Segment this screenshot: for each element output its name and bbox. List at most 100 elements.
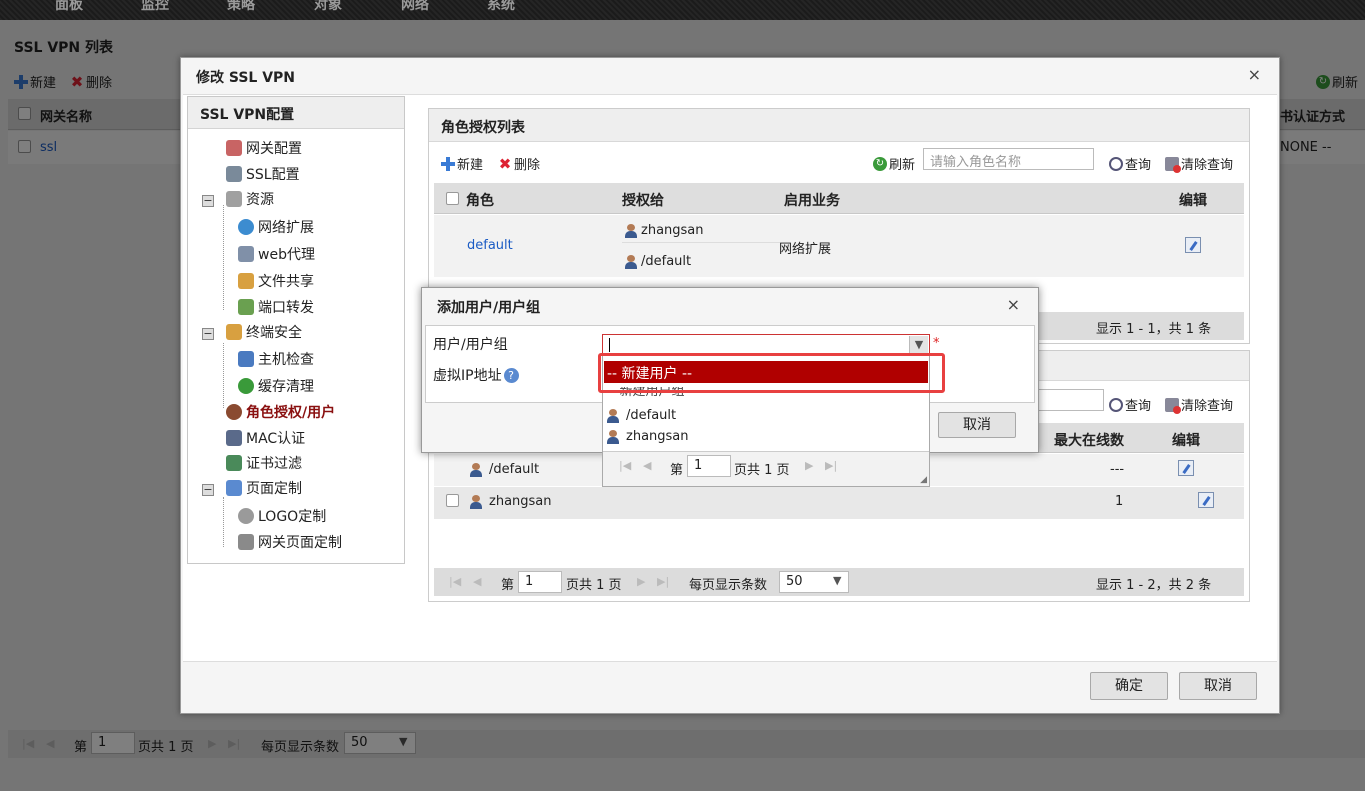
- user-group-icon: [624, 254, 638, 269]
- col-edit: 编辑: [1172, 433, 1200, 449]
- page-total: 页共 1 页: [566, 578, 622, 593]
- user-query-button[interactable]: 查询: [1109, 395, 1151, 414]
- tree-item-webproxy[interactable]: web代理: [238, 244, 315, 264]
- col-role: 角色: [466, 193, 494, 209]
- service-value: 网络扩展: [779, 242, 832, 257]
- user-icon: [606, 429, 620, 444]
- nav-dashboard[interactable]: 面板: [55, 0, 83, 14]
- page-icon: [226, 480, 242, 496]
- web-proxy-icon: [238, 246, 254, 262]
- edit-icon[interactable]: [1178, 460, 1194, 476]
- folder-icon: [238, 273, 254, 289]
- option-zhangsan[interactable]: zhangsan: [606, 429, 689, 444]
- tree-item-certfilter[interactable]: 证书过滤: [226, 453, 302, 473]
- user-row-zhangsan: zhangsan: [469, 494, 552, 509]
- subdialog-cancel-button[interactable]: 取消: [938, 412, 1016, 438]
- page-total: 页共 1 页: [734, 463, 790, 478]
- row-checkbox[interactable]: [446, 494, 459, 507]
- page-input[interactable]: 1: [518, 571, 562, 593]
- cache-clean-icon: [238, 378, 254, 394]
- tree-item-fileshare[interactable]: 文件共享: [238, 271, 314, 291]
- prev-page-icon[interactable]: ◀: [643, 459, 651, 472]
- nav-system[interactable]: 系统: [487, 0, 515, 14]
- text-cursor: [609, 338, 610, 352]
- role-clear-button[interactable]: 清除查询: [1165, 154, 1233, 173]
- user-icon: [469, 494, 483, 509]
- nav-policy[interactable]: 策略: [227, 0, 255, 14]
- collapse-resources-icon[interactable]: −: [202, 195, 214, 207]
- tree-item-gwpage[interactable]: 网关页面定制: [238, 532, 342, 552]
- certificate-icon: [226, 455, 242, 471]
- max-online-value: ---: [1110, 462, 1125, 477]
- nav-network[interactable]: 网络: [401, 0, 429, 14]
- plus-icon: [441, 156, 455, 171]
- tree-item-portfwd[interactable]: 端口转发: [238, 297, 314, 317]
- role-select-all[interactable]: [446, 192, 459, 205]
- tree-item-hostcheck[interactable]: 主机检查: [238, 349, 314, 369]
- tree-item-netext[interactable]: 网络扩展: [238, 217, 314, 237]
- role-panel-title: 角色授权列表: [429, 109, 1249, 142]
- next-page-icon[interactable]: ▶: [637, 575, 645, 588]
- role-search-input[interactable]: 请输入角色名称: [923, 148, 1094, 170]
- mac-auth-icon: [226, 430, 242, 446]
- next-page-icon[interactable]: ▶: [805, 459, 813, 472]
- last-page-icon[interactable]: ▶|: [825, 459, 837, 472]
- gateway-page-icon: [238, 534, 254, 550]
- database-icon: [226, 191, 242, 207]
- page-prefix: 第: [501, 578, 515, 593]
- col-grant: 授权给: [622, 193, 664, 209]
- required-mark: *: [933, 336, 940, 351]
- ok-button[interactable]: 确定: [1090, 672, 1168, 700]
- col-edit: 编辑: [1179, 193, 1207, 209]
- tree-item-resources[interactable]: 资源: [226, 189, 274, 209]
- user-summary: 显示 1 - 2，共 2 条: [1096, 578, 1212, 593]
- prev-page-icon[interactable]: ◀: [473, 575, 481, 588]
- resize-handle-icon[interactable]: ◢: [920, 475, 927, 485]
- role-table-header: 角色 授权给 启用业务 编辑: [434, 183, 1244, 214]
- close-icon[interactable]: ×: [1007, 295, 1020, 314]
- table-row[interactable]: [434, 215, 1244, 277]
- option-default-group[interactable]: /default: [606, 408, 676, 423]
- role-new-button[interactable]: 新建: [441, 154, 483, 173]
- dialog-title: 修改 SSL VPN: [196, 70, 296, 86]
- collapse-page-icon[interactable]: −: [202, 484, 214, 496]
- max-online-value: 1: [1115, 494, 1124, 509]
- gateway-config-icon: [226, 140, 242, 156]
- close-icon[interactable]: ×: [1248, 65, 1261, 84]
- page-input[interactable]: 1: [687, 455, 731, 477]
- tree-item-mac[interactable]: MAC认证: [226, 428, 305, 448]
- subdialog-title: 添加用户/用户组: [437, 300, 541, 316]
- grant-zhangsan: zhangsan: [624, 223, 704, 238]
- tree-item-cacheclean[interactable]: 缓存清理: [238, 376, 314, 396]
- role-delete-button[interactable]: ✖ 删除: [498, 154, 540, 173]
- help-icon[interactable]: ?: [503, 367, 519, 383]
- tree-item-gateway[interactable]: 网关配置: [226, 138, 302, 158]
- user-icon: [624, 223, 638, 238]
- tree-item-roleauth[interactable]: 角色授权/用户: [226, 402, 335, 422]
- logo-icon: [238, 508, 254, 524]
- edit-icon[interactable]: [1185, 237, 1201, 253]
- tree-item-logo[interactable]: LOGO定制: [238, 506, 326, 526]
- role-default-link[interactable]: default: [467, 238, 513, 253]
- chevron-down-icon[interactable]: ▼: [909, 336, 928, 354]
- tree-item-endpoint[interactable]: 终端安全: [226, 322, 302, 342]
- col-service: 启用业务: [784, 193, 840, 209]
- role-query-button[interactable]: 查询: [1109, 154, 1151, 173]
- last-page-icon[interactable]: ▶|: [657, 575, 669, 588]
- first-page-icon[interactable]: |◀: [619, 459, 631, 472]
- edit-icon[interactable]: [1198, 492, 1215, 508]
- config-tree: SSL VPN配置 − − − 网关配置 SSL配置 资源 网络扩展 web代理…: [187, 96, 405, 564]
- collapse-endpoint-icon[interactable]: −: [202, 328, 214, 340]
- user-clear-button[interactable]: 清除查询: [1165, 395, 1233, 414]
- user-group-icon: [469, 462, 483, 477]
- nav-monitor[interactable]: 监控: [141, 0, 169, 14]
- role-refresh-button[interactable]: ↻ 刷新: [873, 154, 915, 173]
- cancel-button[interactable]: 取消: [1179, 672, 1257, 700]
- users-icon: [226, 404, 242, 420]
- clear-query-icon: [1165, 156, 1181, 173]
- host-check-icon: [238, 351, 254, 367]
- tree-item-pagecustom[interactable]: 页面定制: [226, 478, 302, 498]
- nav-object[interactable]: 对象: [314, 0, 342, 14]
- tree-item-ssl[interactable]: SSL配置: [226, 164, 300, 184]
- first-page-icon[interactable]: |◀: [449, 575, 461, 588]
